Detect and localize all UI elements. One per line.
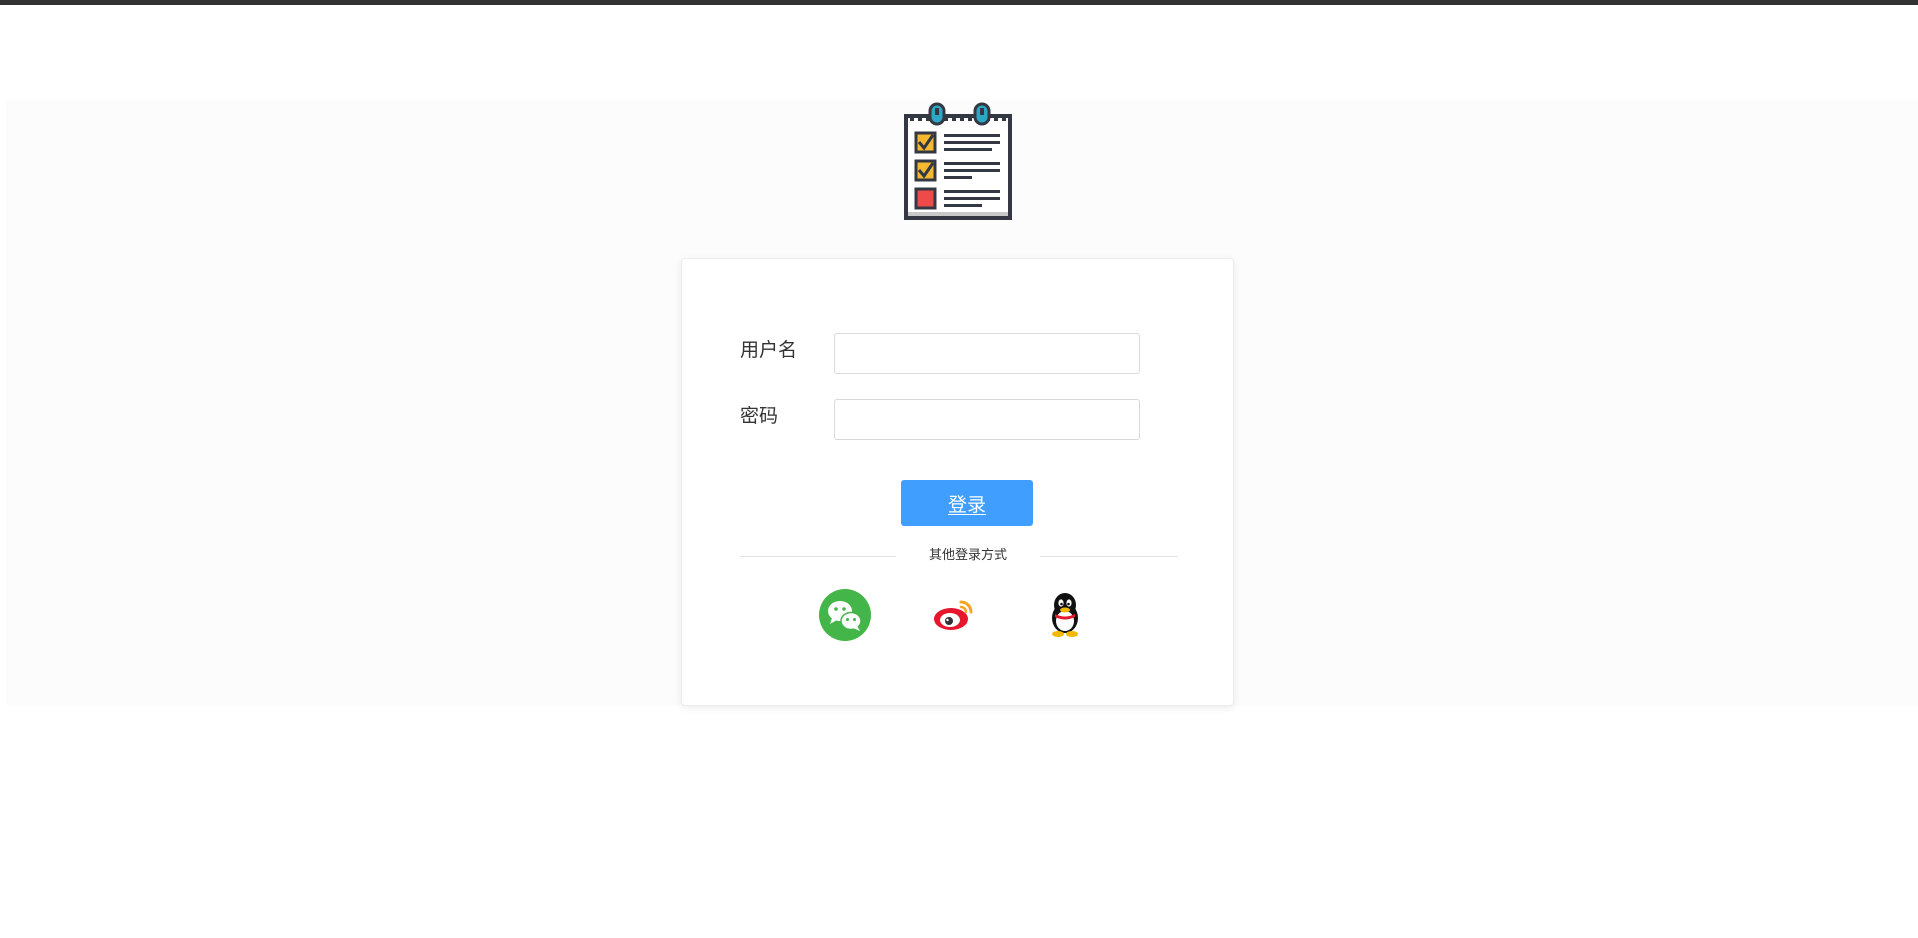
other-login-label: 其他登录方式 (928, 548, 1007, 563)
clipboard-checklist-logo-icon (904, 102, 1012, 220)
divider-right (1040, 556, 1178, 557)
divider-left (740, 556, 896, 557)
wechat-icon[interactable] (818, 588, 872, 642)
username-input[interactable] (834, 333, 1140, 374)
password-label: 密码 (740, 405, 779, 427)
password-input[interactable] (834, 399, 1140, 440)
username-label: 用户名 (740, 339, 798, 361)
qq-icon[interactable] (1038, 588, 1092, 642)
weibo-icon[interactable] (928, 588, 982, 642)
login-button[interactable]: 登录 (901, 480, 1033, 526)
top-bar (0, 0, 1918, 5)
login-card: 用户名 密码 登录 其他登录方式 (681, 258, 1234, 706)
